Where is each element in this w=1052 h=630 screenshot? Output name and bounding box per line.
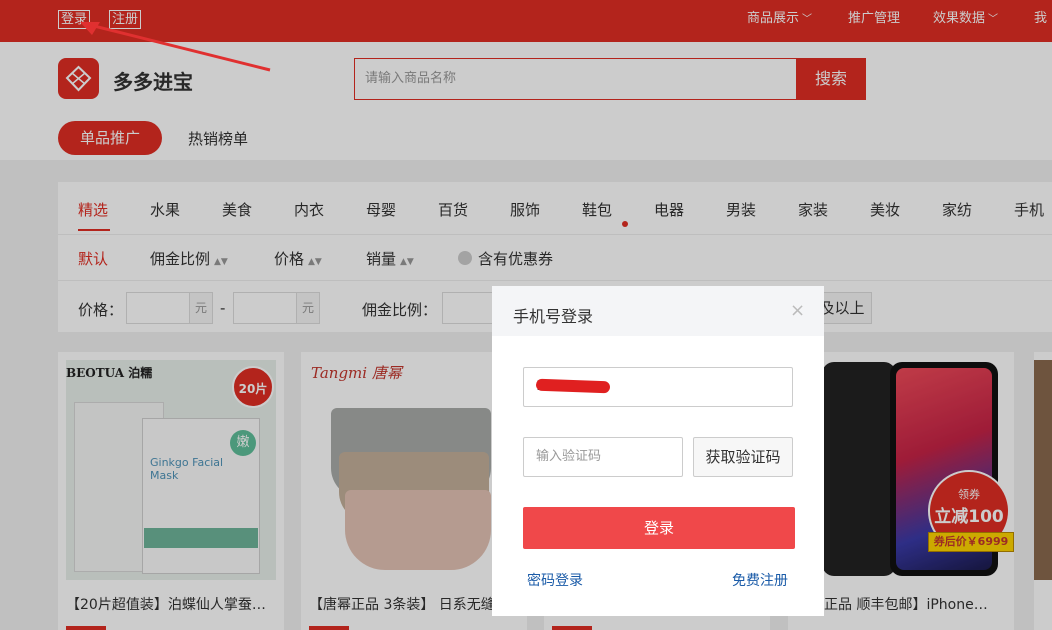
modal-title: 手机号登录 <box>513 307 594 326</box>
redaction-mark <box>535 378 611 394</box>
password-login-link[interactable]: 密码登录 <box>527 570 583 590</box>
free-register-link[interactable]: 免费注册 <box>732 570 788 590</box>
get-code-button[interactable]: 获取验证码 <box>693 437 793 477</box>
login-modal: 手机号登录 × 13 43 输入验证码 获取验证码 登录 密码登录 免费注册 <box>492 286 824 616</box>
verification-code-input[interactable]: 输入验证码 <box>523 437 683 477</box>
login-button[interactable]: 登录 <box>523 507 795 549</box>
close-icon[interactable]: × <box>790 300 805 321</box>
